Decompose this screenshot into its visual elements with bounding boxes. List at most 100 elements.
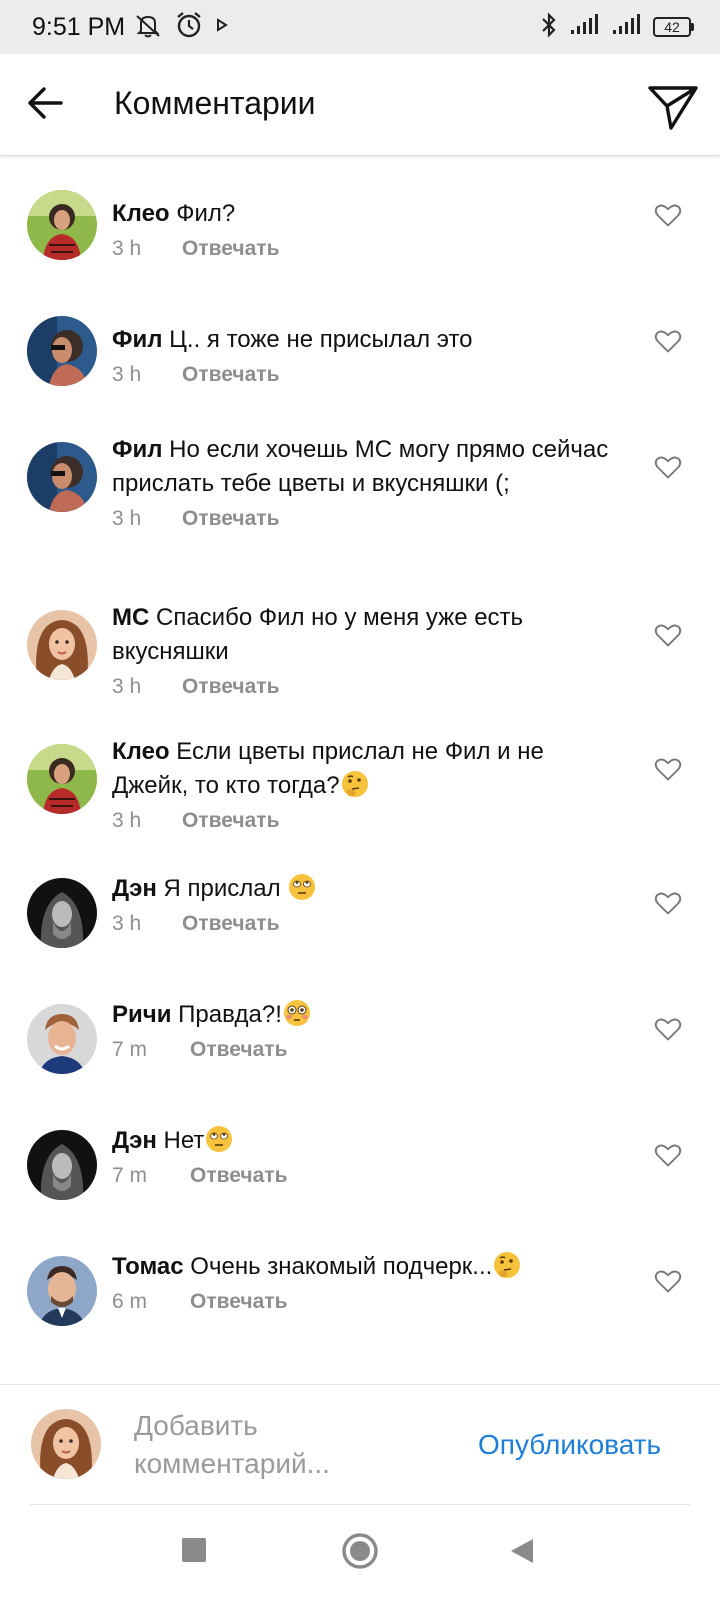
heart-icon[interactable] <box>654 1268 682 1294</box>
comment-message: Ц.. я тоже не присылал это <box>169 326 473 353</box>
comment-author[interactable]: Дэн <box>112 1127 157 1154</box>
heart-icon[interactable] <box>654 328 682 354</box>
back-triangle-icon[interactable] <box>509 1537 535 1565</box>
comment-message: Нет <box>163 1127 205 1154</box>
comment-meta: 7 m Отвечать <box>112 1036 610 1064</box>
comment-text: Клео Фил? <box>112 197 610 231</box>
play-icon <box>215 17 229 38</box>
status-right-icons: 42 <box>539 11 694 43</box>
comment-author[interactable]: Фил <box>112 326 162 353</box>
comment-message: Спасибо Фил но у меня уже есть вкусняшки <box>112 604 524 665</box>
comment-input[interactable]: Добавить комментарий... <box>134 1407 434 1483</box>
comment-message: Я прислал <box>163 875 288 902</box>
battery-indicator: 42 <box>653 17 694 37</box>
comment-meta: 7 m Отвечать <box>112 1162 610 1190</box>
thinking-face-emoji <box>494 1252 521 1278</box>
back-button[interactable] <box>22 80 68 126</box>
heart-icon[interactable] <box>654 202 682 228</box>
heart-icon[interactable] <box>654 1142 682 1168</box>
comment-body: Фил Но если хочешь МС могу прямо сейчас … <box>112 433 610 533</box>
reply-button[interactable]: Отвечать <box>182 910 279 938</box>
comment-message: Фил? <box>176 200 236 227</box>
home-circle-icon[interactable] <box>342 1533 378 1569</box>
comment-author[interactable]: Дэн <box>112 875 157 902</box>
paper-plane-icon <box>648 86 698 130</box>
recents-square-icon[interactable] <box>182 1538 206 1562</box>
comment-meta: 3 h Отвечать <box>112 807 610 835</box>
comment-body: Дэн Нет 7 m Отвечать <box>112 1124 610 1190</box>
comment-body: Дэн Я прислал 3 h Отвечать <box>112 872 610 938</box>
comment-text: Фил Но если хочешь МС могу прямо сейчас … <box>112 433 610 501</box>
comment-text: Дэн Нет <box>112 1124 610 1158</box>
avatar <box>31 1409 101 1479</box>
reply-button[interactable]: Отвечать <box>182 673 279 701</box>
alarm-icon <box>175 11 203 44</box>
avatar[interactable] <box>27 878 97 948</box>
avatar[interactable] <box>27 442 97 512</box>
reply-button[interactable]: Отвечать <box>182 235 279 263</box>
thinking-face-emoji <box>341 771 368 797</box>
heart-icon[interactable] <box>654 890 682 916</box>
bluetooth-icon <box>539 11 559 43</box>
comment-author[interactable]: МС <box>112 604 149 631</box>
send-button[interactable] <box>644 80 702 134</box>
avatar[interactable] <box>27 1256 97 1326</box>
comment-author[interactable]: Клео <box>112 200 170 227</box>
comment-time: 3 h <box>112 809 142 832</box>
avatar[interactable] <box>27 1004 97 1074</box>
comment-time: 7 m <box>112 1164 148 1187</box>
heart-icon[interactable] <box>654 756 682 782</box>
eye-roll-face-emoji <box>289 874 316 900</box>
comment-body: Клео Фил? 3 h Отвечать <box>112 197 610 263</box>
heart-icon[interactable] <box>654 622 682 648</box>
eye-roll-face-emoji <box>206 1126 233 1152</box>
comment-body: Фил Ц.. я тоже не присылал это 3 h Отвеча… <box>112 323 610 389</box>
comment-time: 7 m <box>112 1038 148 1061</box>
avatar[interactable] <box>27 316 97 386</box>
page-title: Комментарии <box>114 85 316 121</box>
comment-text: МС Спасибо Фил но у меня уже есть вкусня… <box>112 601 610 669</box>
reply-button[interactable]: Отвечать <box>190 1288 287 1316</box>
comment-author[interactable]: Томас <box>112 1253 184 1280</box>
comment-time: 3 h <box>112 363 142 386</box>
header: Комментарии <box>0 54 720 156</box>
reply-button[interactable]: Отвечать <box>190 1162 287 1190</box>
reply-button[interactable]: Отвечать <box>182 505 279 533</box>
arrow-left-icon <box>28 87 63 119</box>
comment-body: Ричи Правда?! 7 m Отвечать <box>112 998 610 1064</box>
battery-tip <box>691 23 694 31</box>
comment-author[interactable]: Ричи <box>112 1001 171 1028</box>
publish-button[interactable]: Опубликовать <box>478 1429 661 1461</box>
reply-button[interactable]: Отвечать <box>182 807 279 835</box>
comment-time: 3 h <box>112 237 142 260</box>
comment-time: 6 m <box>112 1290 148 1313</box>
flushed-face-emoji <box>283 1000 310 1026</box>
avatar[interactable] <box>27 190 97 260</box>
comment-body: МС Спасибо Фил но у меня уже есть вкусня… <box>112 601 610 701</box>
system-nav-bar <box>0 1505 720 1600</box>
reply-button[interactable]: Отвечать <box>190 1036 287 1064</box>
comment-meta: 3 h Отвечать <box>112 361 610 389</box>
comment-message: Очень знакомый подчерк... <box>190 1253 493 1280</box>
comment-time: 3 h <box>112 507 142 530</box>
battery-level: 42 <box>653 17 691 37</box>
avatar[interactable] <box>27 610 97 680</box>
signal-icon <box>569 13 601 41</box>
comment-author[interactable]: Клео <box>112 738 170 765</box>
avatar[interactable] <box>27 1130 97 1200</box>
comment-body: Клео Если цветы прислал не Фил и не Джей… <box>112 735 610 835</box>
status-left-icons <box>133 11 229 44</box>
comment-meta: 3 h Отвечать <box>112 910 610 938</box>
heart-icon[interactable] <box>654 454 682 480</box>
comment-meta: 3 h Отвечать <box>112 235 610 263</box>
comment-text: Клео Если цветы прислал не Фил и не Джей… <box>112 735 610 803</box>
avatar[interactable] <box>27 744 97 814</box>
signal-icon <box>611 13 643 41</box>
comment-message: Но если хочешь МС могу прямо сейчас прис… <box>112 436 609 497</box>
status-bar: 9:51 PM 42 <box>0 0 720 54</box>
reply-button[interactable]: Отвечать <box>182 361 279 389</box>
comment-message: Правда?! <box>178 1001 282 1028</box>
comment-meta: 3 h Отвечать <box>112 673 610 701</box>
heart-icon[interactable] <box>654 1016 682 1042</box>
comment-author[interactable]: Фил <box>112 436 162 463</box>
